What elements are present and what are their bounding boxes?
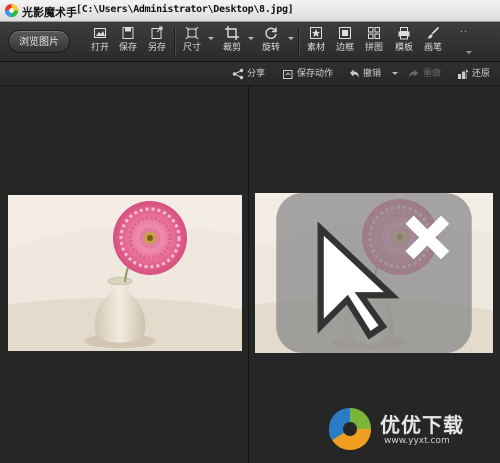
border-label: 边框 [335, 43, 354, 53]
open-label: 打开 [90, 43, 109, 53]
file-path: [C:\Users\Administrator\Desktop\8.jpg] [76, 4, 294, 15]
template-button[interactable]: 模板 [392, 26, 416, 58]
title-bar: 光影魔术手 [C:\Users\Administrator\Desktop\8.… [0, 0, 500, 22]
open-icon [94, 28, 106, 38]
undo-button[interactable]: 撤销 [348, 67, 384, 81]
undo-icon [350, 69, 359, 78]
brush-icon [427, 26, 440, 39]
redo-button[interactable]: 重做 [408, 67, 444, 81]
restore-icon [458, 69, 469, 79]
crop-dropdown-icon[interactable] [248, 37, 254, 40]
app-name: 光影魔术手 [22, 6, 77, 19]
share-icon [232, 68, 244, 80]
printer-icon [398, 27, 410, 40]
brush-button[interactable]: 画笔 [421, 26, 445, 58]
collage-icon [368, 27, 380, 39]
size-dropdown-icon[interactable] [208, 37, 214, 40]
original-image-panel [0, 86, 249, 463]
undo-label: 撤销 [363, 69, 382, 79]
watermark-title: 优优下载 [380, 413, 464, 437]
save-as-label: 另存 [147, 43, 166, 53]
crop-button[interactable]: 裁剪 [220, 26, 244, 58]
preview-photo[interactable] [255, 193, 493, 353]
restore-label: 还原 [472, 69, 491, 79]
collage-button[interactable]: 拼图 [362, 26, 386, 58]
brush-label: 画笔 [423, 43, 442, 53]
restore-button[interactable]: 还原 [457, 67, 495, 81]
browse-images-button[interactable]: 浏览图片 [8, 30, 70, 53]
redo-icon [409, 69, 418, 78]
material-button[interactable]: 素材 [304, 26, 328, 58]
save-action-label: 保存动作 [297, 69, 334, 79]
rotate-dropdown-icon[interactable] [288, 37, 294, 40]
original-photo[interactable] [8, 195, 242, 351]
preview-image-panel [250, 86, 500, 463]
more-icon: ·· [459, 27, 469, 38]
save-action-icon [283, 70, 293, 79]
crop-icon [225, 26, 239, 40]
save-action-button[interactable]: 保存动作 [282, 67, 338, 81]
watermark-logo-icon [329, 408, 371, 450]
template-label: 模板 [394, 43, 413, 53]
share-button[interactable]: 分享 [232, 67, 270, 81]
size-icon [185, 26, 199, 40]
flower-in-vase-image [8, 195, 242, 351]
save-label: 保存 [118, 43, 137, 53]
rotate-button[interactable]: 旋转 [259, 26, 283, 58]
more-dropdown-icon[interactable] [466, 51, 472, 54]
star-icon [310, 27, 322, 39]
undo-dropdown-icon[interactable] [392, 72, 398, 75]
collage-label: 拼图 [364, 43, 383, 53]
crop-label: 裁剪 [222, 43, 241, 53]
app-logo-icon [4, 3, 19, 18]
rotate-icon [265, 27, 277, 39]
toolbar-divider [174, 28, 175, 56]
rotate-label: 旋转 [261, 43, 280, 53]
redo-label: 重做 [423, 69, 442, 79]
border-icon [339, 27, 351, 39]
main-toolbar: 浏览图片 打开 保存 另存 尺寸 裁剪 旋转 素材 边框 拼图 模板 画笔 ·· [0, 22, 500, 62]
border-button[interactable]: 边框 [333, 26, 357, 58]
material-label: 素材 [306, 43, 325, 53]
share-label: 分享 [247, 69, 266, 79]
open-button[interactable]: 打开 [88, 26, 112, 58]
save-as-button[interactable]: 另存 [145, 26, 169, 58]
toolbar-divider [298, 28, 299, 56]
save-as-icon [151, 26, 163, 39]
save-button[interactable]: 保存 [116, 26, 140, 58]
cursor-tool-icon [276, 193, 472, 353]
size-label: 尺寸 [182, 43, 201, 53]
size-button[interactable]: 尺寸 [180, 26, 204, 58]
action-bar: 分享 保存动作 撤销 重做 还原 [0, 62, 500, 86]
save-icon [122, 27, 134, 39]
watermark-url: www.yyxt.com [384, 436, 450, 446]
